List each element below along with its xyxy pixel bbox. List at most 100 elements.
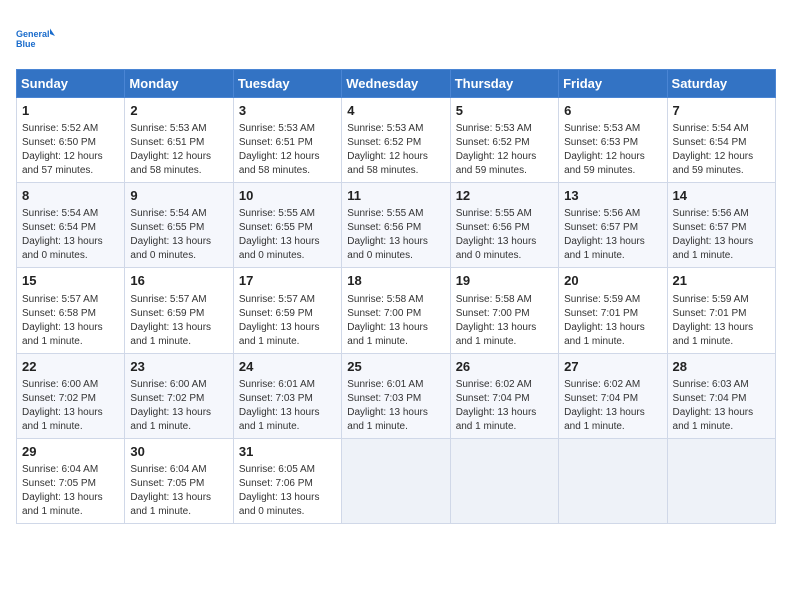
calendar-cell: 12 Sunrise: 5:55 AM Sunset: 6:56 PM Dayl… bbox=[450, 183, 558, 268]
daylight-text: Daylight: 13 hours and 1 minute. bbox=[673, 322, 754, 347]
sunset-text: Sunset: 6:51 PM bbox=[130, 137, 204, 148]
sunrise-text: Sunrise: 5:56 AM bbox=[673, 208, 749, 219]
calendar-cell: 10 Sunrise: 5:55 AM Sunset: 6:55 PM Dayl… bbox=[233, 183, 341, 268]
sunset-text: Sunset: 7:04 PM bbox=[456, 393, 530, 404]
calendar-cell bbox=[342, 438, 450, 523]
day-number: 9 bbox=[130, 187, 227, 205]
calendar-cell: 17 Sunrise: 5:57 AM Sunset: 6:59 PM Dayl… bbox=[233, 268, 341, 353]
day-header-monday: Monday bbox=[125, 70, 233, 98]
daylight-text: Daylight: 12 hours and 59 minutes. bbox=[564, 151, 645, 176]
day-number: 4 bbox=[347, 102, 444, 120]
calendar-week-row: 29 Sunrise: 6:04 AM Sunset: 7:05 PM Dayl… bbox=[17, 438, 776, 523]
sunset-text: Sunset: 6:54 PM bbox=[673, 137, 747, 148]
sunrise-text: Sunrise: 5:59 AM bbox=[564, 294, 640, 305]
day-number: 21 bbox=[673, 272, 770, 290]
sunrise-text: Sunrise: 6:01 AM bbox=[239, 379, 315, 390]
calendar-cell: 5 Sunrise: 5:53 AM Sunset: 6:52 PM Dayli… bbox=[450, 98, 558, 183]
day-number: 16 bbox=[130, 272, 227, 290]
sunrise-text: Sunrise: 5:58 AM bbox=[347, 294, 423, 305]
day-number: 5 bbox=[456, 102, 553, 120]
day-number: 24 bbox=[239, 358, 336, 376]
svg-text:General: General bbox=[16, 29, 50, 39]
calendar-cell: 27 Sunrise: 6:02 AM Sunset: 7:04 PM Dayl… bbox=[559, 353, 667, 438]
sunset-text: Sunset: 6:56 PM bbox=[456, 222, 530, 233]
calendar-cell: 19 Sunrise: 5:58 AM Sunset: 7:00 PM Dayl… bbox=[450, 268, 558, 353]
day-number: 27 bbox=[564, 358, 661, 376]
sunrise-text: Sunrise: 5:53 AM bbox=[456, 123, 532, 134]
calendar-cell: 7 Sunrise: 5:54 AM Sunset: 6:54 PM Dayli… bbox=[667, 98, 775, 183]
sunrise-text: Sunrise: 6:04 AM bbox=[22, 464, 98, 475]
calendar-cell: 23 Sunrise: 6:00 AM Sunset: 7:02 PM Dayl… bbox=[125, 353, 233, 438]
daylight-text: Daylight: 13 hours and 0 minutes. bbox=[239, 492, 320, 517]
calendar-cell: 20 Sunrise: 5:59 AM Sunset: 7:01 PM Dayl… bbox=[559, 268, 667, 353]
calendar-cell: 8 Sunrise: 5:54 AM Sunset: 6:54 PM Dayli… bbox=[17, 183, 125, 268]
sunrise-text: Sunrise: 5:53 AM bbox=[130, 123, 206, 134]
sunrise-text: Sunrise: 5:54 AM bbox=[673, 123, 749, 134]
sunset-text: Sunset: 7:01 PM bbox=[564, 308, 638, 319]
day-header-friday: Friday bbox=[559, 70, 667, 98]
daylight-text: Daylight: 13 hours and 1 minute. bbox=[564, 236, 645, 261]
sunrise-text: Sunrise: 5:54 AM bbox=[130, 208, 206, 219]
sunset-text: Sunset: 7:02 PM bbox=[22, 393, 96, 404]
calendar-cell: 31 Sunrise: 6:05 AM Sunset: 7:06 PM Dayl… bbox=[233, 438, 341, 523]
sunrise-text: Sunrise: 5:55 AM bbox=[456, 208, 532, 219]
day-number: 22 bbox=[22, 358, 119, 376]
sunrise-text: Sunrise: 5:58 AM bbox=[456, 294, 532, 305]
daylight-text: Daylight: 13 hours and 1 minute. bbox=[673, 236, 754, 261]
day-number: 17 bbox=[239, 272, 336, 290]
sunset-text: Sunset: 6:53 PM bbox=[564, 137, 638, 148]
sunrise-text: Sunrise: 5:52 AM bbox=[22, 123, 98, 134]
calendar-cell: 9 Sunrise: 5:54 AM Sunset: 6:55 PM Dayli… bbox=[125, 183, 233, 268]
daylight-text: Daylight: 13 hours and 1 minute. bbox=[22, 492, 103, 517]
day-number: 30 bbox=[130, 443, 227, 461]
calendar-cell: 4 Sunrise: 5:53 AM Sunset: 6:52 PM Dayli… bbox=[342, 98, 450, 183]
calendar-cell: 1 Sunrise: 5:52 AM Sunset: 6:50 PM Dayli… bbox=[17, 98, 125, 183]
sunrise-text: Sunrise: 6:00 AM bbox=[130, 379, 206, 390]
day-number: 3 bbox=[239, 102, 336, 120]
calendar-cell: 6 Sunrise: 5:53 AM Sunset: 6:53 PM Dayli… bbox=[559, 98, 667, 183]
daylight-text: Daylight: 13 hours and 1 minute. bbox=[130, 322, 211, 347]
daylight-text: Daylight: 13 hours and 1 minute. bbox=[22, 407, 103, 432]
day-number: 11 bbox=[347, 187, 444, 205]
day-number: 31 bbox=[239, 443, 336, 461]
sunrise-text: Sunrise: 5:53 AM bbox=[564, 123, 640, 134]
sunrise-text: Sunrise: 5:57 AM bbox=[22, 294, 98, 305]
daylight-text: Daylight: 13 hours and 0 minutes. bbox=[22, 236, 103, 261]
sunset-text: Sunset: 6:52 PM bbox=[456, 137, 530, 148]
daylight-text: Daylight: 12 hours and 57 minutes. bbox=[22, 151, 103, 176]
sunrise-text: Sunrise: 5:56 AM bbox=[564, 208, 640, 219]
sunrise-text: Sunrise: 6:00 AM bbox=[22, 379, 98, 390]
daylight-text: Daylight: 13 hours and 1 minute. bbox=[347, 407, 428, 432]
daylight-text: Daylight: 13 hours and 1 minute. bbox=[239, 407, 320, 432]
daylight-text: Daylight: 13 hours and 0 minutes. bbox=[239, 236, 320, 261]
daylight-text: Daylight: 12 hours and 58 minutes. bbox=[347, 151, 428, 176]
day-number: 10 bbox=[239, 187, 336, 205]
day-number: 18 bbox=[347, 272, 444, 290]
day-number: 26 bbox=[456, 358, 553, 376]
calendar-cell: 14 Sunrise: 5:56 AM Sunset: 6:57 PM Dayl… bbox=[667, 183, 775, 268]
sunset-text: Sunset: 6:55 PM bbox=[130, 222, 204, 233]
calendar-week-row: 15 Sunrise: 5:57 AM Sunset: 6:58 PM Dayl… bbox=[17, 268, 776, 353]
sunset-text: Sunset: 6:51 PM bbox=[239, 137, 313, 148]
day-number: 8 bbox=[22, 187, 119, 205]
sunset-text: Sunset: 7:06 PM bbox=[239, 478, 313, 489]
sunset-text: Sunset: 6:52 PM bbox=[347, 137, 421, 148]
sunrise-text: Sunrise: 6:04 AM bbox=[130, 464, 206, 475]
day-number: 28 bbox=[673, 358, 770, 376]
sunset-text: Sunset: 6:55 PM bbox=[239, 222, 313, 233]
calendar-cell: 2 Sunrise: 5:53 AM Sunset: 6:51 PM Dayli… bbox=[125, 98, 233, 183]
day-number: 20 bbox=[564, 272, 661, 290]
daylight-text: Daylight: 13 hours and 1 minute. bbox=[347, 322, 428, 347]
calendar-cell: 21 Sunrise: 5:59 AM Sunset: 7:01 PM Dayl… bbox=[667, 268, 775, 353]
day-number: 19 bbox=[456, 272, 553, 290]
sunset-text: Sunset: 6:58 PM bbox=[22, 308, 96, 319]
calendar-cell: 25 Sunrise: 6:01 AM Sunset: 7:03 PM Dayl… bbox=[342, 353, 450, 438]
daylight-text: Daylight: 13 hours and 0 minutes. bbox=[130, 236, 211, 261]
daylight-text: Daylight: 13 hours and 1 minute. bbox=[130, 492, 211, 517]
day-number: 14 bbox=[673, 187, 770, 205]
daylight-text: Daylight: 13 hours and 1 minute. bbox=[564, 322, 645, 347]
daylight-text: Daylight: 13 hours and 0 minutes. bbox=[456, 236, 537, 261]
calendar-cell: 24 Sunrise: 6:01 AM Sunset: 7:03 PM Dayl… bbox=[233, 353, 341, 438]
calendar-cell: 29 Sunrise: 6:04 AM Sunset: 7:05 PM Dayl… bbox=[17, 438, 125, 523]
sunset-text: Sunset: 7:04 PM bbox=[673, 393, 747, 404]
